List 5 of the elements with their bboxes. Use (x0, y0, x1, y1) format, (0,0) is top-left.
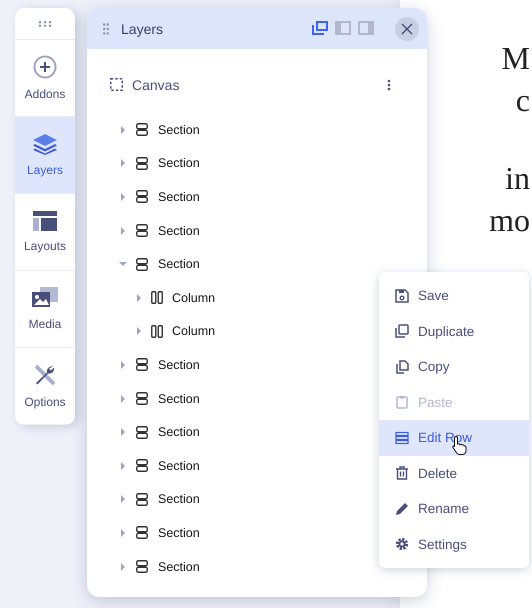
page-text: mo (489, 204, 530, 236)
panel-title: Layers (121, 20, 164, 36)
page-text: M (502, 42, 530, 74)
page-text: in (505, 162, 530, 194)
page-text: c (516, 84, 530, 116)
